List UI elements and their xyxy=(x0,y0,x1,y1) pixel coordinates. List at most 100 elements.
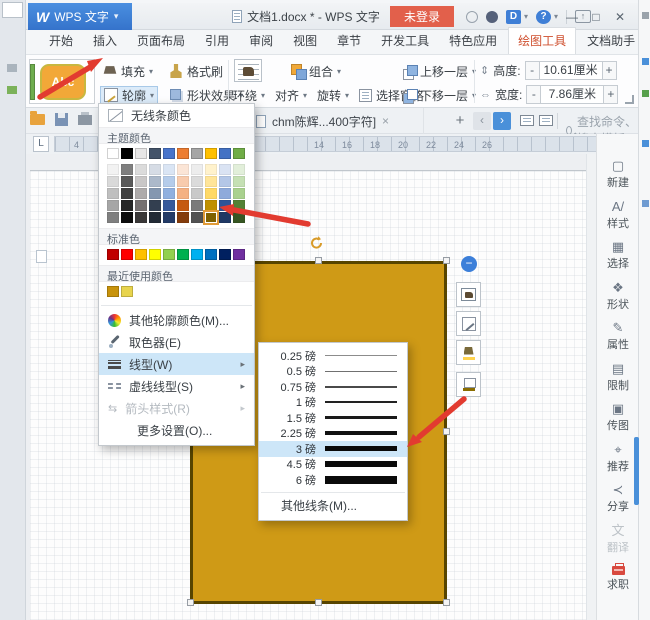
pages-icon[interactable] xyxy=(539,115,553,126)
tint-swatch[interactable] xyxy=(149,176,161,187)
line-weight-option[interactable]: 0.75 磅 xyxy=(259,379,407,395)
resize-handle-bottom-right[interactable] xyxy=(443,599,450,606)
sidebar-item-upload-image[interactable]: ▣ 传图 xyxy=(597,401,639,433)
tint-swatch[interactable] xyxy=(191,176,203,187)
tint-swatch[interactable] xyxy=(149,200,161,211)
tint-swatch[interactable] xyxy=(177,212,189,223)
tint-swatch[interactable] xyxy=(121,164,133,175)
tint-swatch[interactable] xyxy=(233,176,245,187)
width-increment-button[interactable]: + xyxy=(603,85,619,104)
tint-swatch[interactable] xyxy=(233,200,245,211)
tint-swatch[interactable] xyxy=(177,176,189,187)
next-tab-button[interactable]: › xyxy=(493,112,511,130)
resize-handle-bottom-left[interactable] xyxy=(187,599,194,606)
theme-color-swatch[interactable] xyxy=(177,148,189,159)
group-button[interactable]: 组合 ▾ xyxy=(288,62,344,80)
tint-swatch[interactable] xyxy=(205,164,217,175)
tint-swatch[interactable] xyxy=(149,188,161,199)
vertical-scrollbar[interactable] xyxy=(586,154,596,620)
selected-tint-swatch[interactable] xyxy=(203,210,219,225)
sidebar-item-properties[interactable]: ✎ 属性 xyxy=(597,320,639,352)
tint-swatch[interactable] xyxy=(191,200,203,211)
menu-item-no-line-color[interactable]: 无线条颜色 xyxy=(99,104,254,127)
wps-app-menu-button[interactable]: W WPS 文字 ▾ xyxy=(28,3,132,30)
tint-swatch[interactable] xyxy=(121,200,133,211)
recent-color-swatch[interactable] xyxy=(107,286,119,297)
tab-insert[interactable]: 插入 xyxy=(84,28,126,54)
shape-style-sample[interactable]: Abc xyxy=(40,64,86,100)
document-tab[interactable]: chm陈辉...400字符] × xyxy=(248,108,424,134)
fill-color-mini-button[interactable] xyxy=(456,340,481,365)
wrap-button[interactable]: 环绕 ▾ xyxy=(230,86,268,104)
rotate-handle[interactable] xyxy=(309,235,324,253)
sidebar-item-new[interactable]: ▢ 新建 xyxy=(597,158,639,190)
theme-color-swatch[interactable] xyxy=(149,148,161,159)
line-weight-option[interactable]: 0.25 磅 xyxy=(259,348,407,364)
menu-item-line-style[interactable]: 线型(W) ▸ xyxy=(99,353,254,375)
tint-swatch[interactable] xyxy=(177,164,189,175)
tint-swatch[interactable] xyxy=(107,188,119,199)
tint-swatch[interactable] xyxy=(205,176,217,187)
account-icon[interactable] xyxy=(486,10,498,23)
theme-color-swatch[interactable] xyxy=(205,148,217,159)
menu-item-dash-style[interactable]: 虚线线型(S) ▸ xyxy=(99,375,254,397)
tint-swatch[interactable] xyxy=(205,200,217,211)
comment-icon[interactable] xyxy=(520,115,534,126)
theme-color-swatch[interactable] xyxy=(107,148,119,159)
tint-swatch[interactable] xyxy=(233,164,245,175)
tint-swatch[interactable] xyxy=(121,188,133,199)
tint-swatch[interactable] xyxy=(135,176,147,187)
previous-tab-button[interactable]: ‹ xyxy=(473,112,491,130)
height-increment-button[interactable]: + xyxy=(601,61,617,80)
resize-handle-top[interactable] xyxy=(315,257,322,264)
tab-doc-assistant[interactable]: 文档助手 xyxy=(578,28,644,54)
line-weight-option[interactable]: 3 磅 xyxy=(259,441,407,457)
outline-button[interactable]: 轮廓 ▾ xyxy=(100,86,159,104)
tint-swatch[interactable] xyxy=(135,200,147,211)
tint-swatch[interactable] xyxy=(163,188,175,199)
tint-swatch[interactable] xyxy=(163,200,175,211)
shape-style-swatch[interactable] xyxy=(30,64,35,100)
tint-swatch[interactable] xyxy=(135,164,147,175)
send-backward-button[interactable]: 下移一层 ▾ xyxy=(400,86,479,104)
line-weight-option[interactable]: 1 磅 xyxy=(259,395,407,411)
format-painter-button[interactable]: 格式刷 xyxy=(166,62,226,80)
sidebar-item-restrict[interactable]: ▤ 限制 xyxy=(597,361,639,393)
tint-swatch[interactable] xyxy=(107,212,119,223)
tint-swatch[interactable] xyxy=(163,164,175,175)
help-icon[interactable]: ? xyxy=(536,9,552,24)
theme-color-swatch[interactable] xyxy=(135,148,147,159)
sidebar-item-recommend[interactable]: ⌖ 推荐 xyxy=(597,442,639,474)
resize-handle-top-right[interactable] xyxy=(443,257,450,264)
tab-stop-selector[interactable]: L xyxy=(33,136,49,152)
height-decrement-button[interactable]: - xyxy=(524,61,540,80)
outline-color-mini-button[interactable] xyxy=(456,372,481,397)
tab-review[interactable]: 审阅 xyxy=(240,28,282,54)
save-icon[interactable] xyxy=(55,113,68,126)
menu-item-more-outline-colors[interactable]: 其他轮廓颜色(M)... xyxy=(99,309,254,331)
tab-drawing-tools[interactable]: 绘图工具 xyxy=(508,27,577,54)
theme-color-swatch[interactable] xyxy=(163,148,175,159)
recent-color-swatch[interactable] xyxy=(121,286,133,297)
tab-home[interactable]: 开始 xyxy=(40,28,82,54)
sidebar-item-styles[interactable]: A/样式 xyxy=(597,199,639,231)
tint-swatch[interactable] xyxy=(163,212,175,223)
line-weight-option[interactable]: 4.5 磅 xyxy=(259,457,407,473)
line-weight-option[interactable]: 1.5 磅 xyxy=(259,410,407,426)
dialog-launcher-icon[interactable] xyxy=(625,95,634,104)
sidebar-item-job[interactable]: 求职 xyxy=(597,563,639,592)
sync-icon[interactable] xyxy=(466,10,478,23)
tab-section[interactable]: 章节 xyxy=(328,28,370,54)
open-file-icon[interactable] xyxy=(30,111,45,125)
tab-developer[interactable]: 开发工具 xyxy=(372,28,438,54)
tint-swatch[interactable] xyxy=(107,176,119,187)
tab-page-layout[interactable]: 页面布局 xyxy=(128,28,194,54)
maximize-button[interactable]: □ xyxy=(584,10,608,24)
tint-swatch[interactable] xyxy=(191,212,203,223)
print-icon[interactable] xyxy=(78,111,92,125)
tint-swatch[interactable] xyxy=(135,212,147,223)
tint-swatch[interactable] xyxy=(233,188,245,199)
line-weight-option[interactable]: 6 磅 xyxy=(259,472,407,488)
tint-swatch[interactable] xyxy=(177,200,189,211)
tint-swatch[interactable] xyxy=(191,164,203,175)
